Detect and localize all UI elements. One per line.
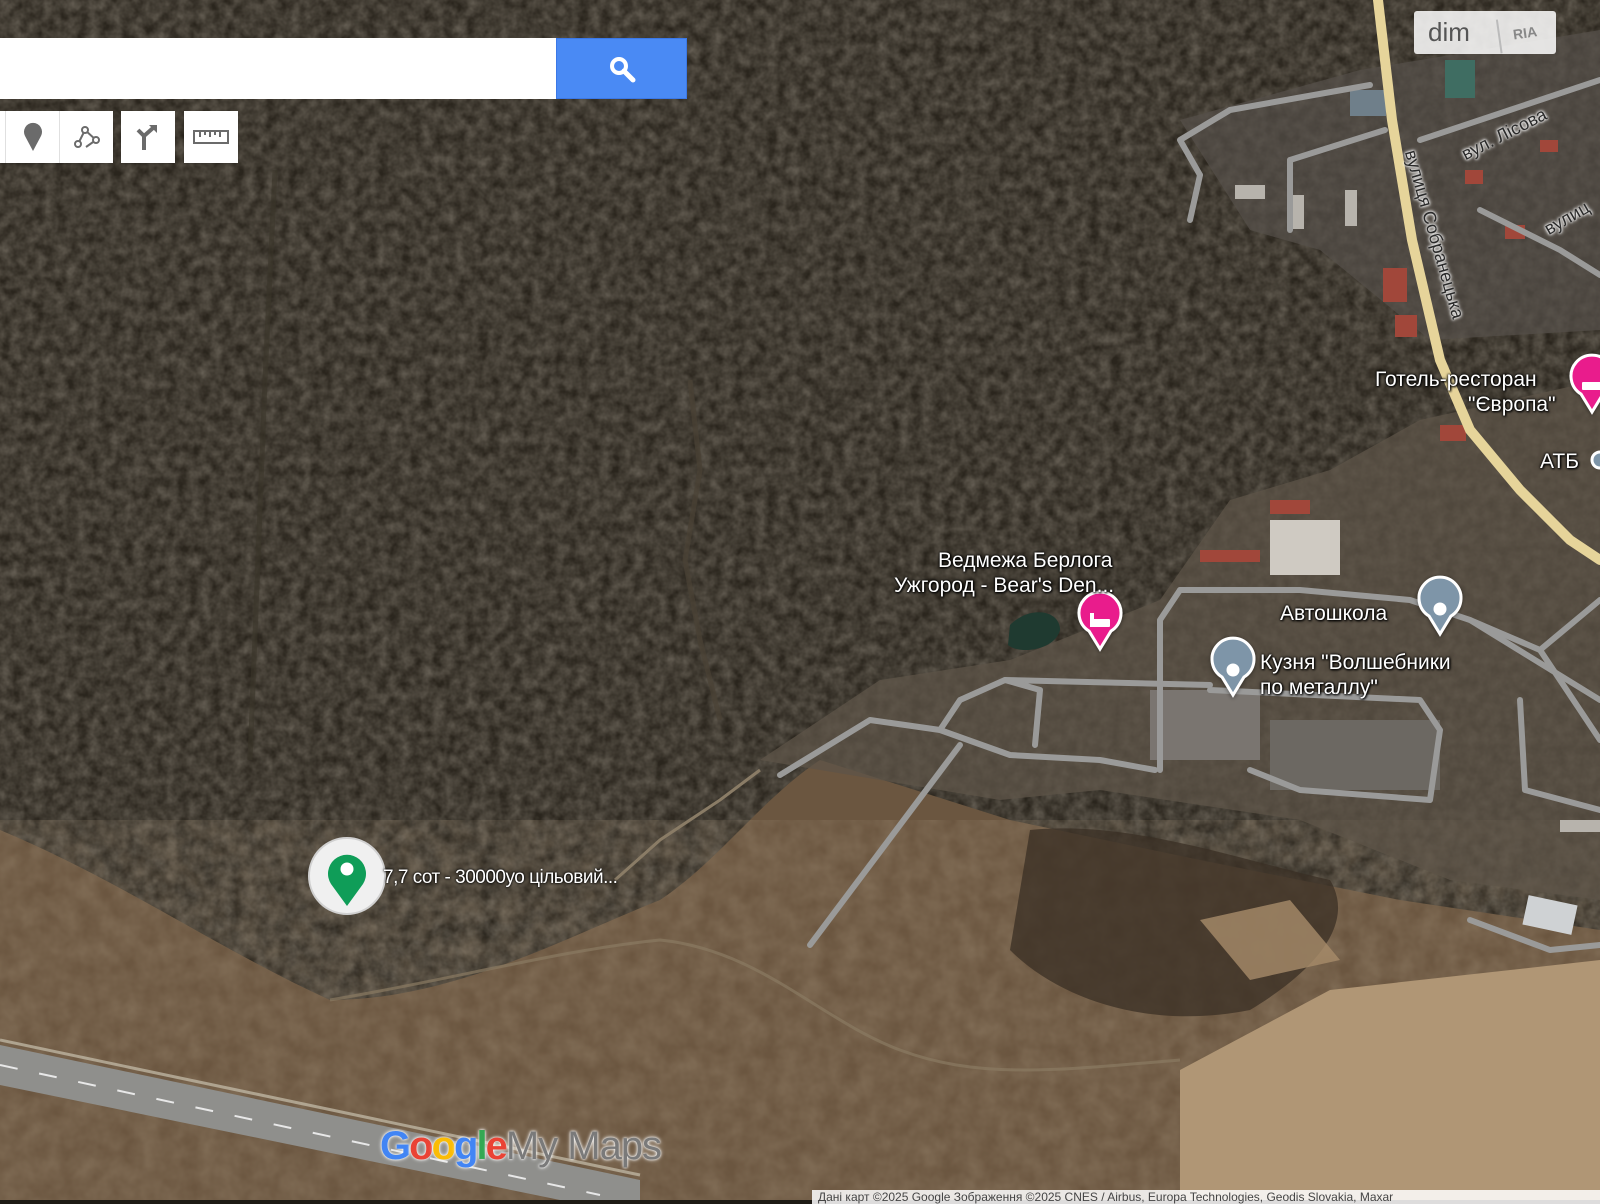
logo-letter: l (476, 1124, 487, 1168)
drawing-toolbar (0, 111, 113, 163)
logo-letter: g (454, 1124, 478, 1168)
search-icon (609, 56, 635, 82)
place-label-bears-den-2[interactable]: Ужгород - Bear's Den... (894, 574, 1114, 598)
directions-icon (136, 125, 157, 150)
search-button[interactable] (556, 38, 687, 99)
draw-line-button[interactable] (59, 111, 113, 163)
industrial-block-2 (1270, 720, 1440, 790)
directions-button[interactable] (121, 111, 175, 163)
marker-icon (23, 122, 42, 151)
add-marker-button[interactable] (5, 111, 59, 163)
ruler-icon (193, 130, 229, 144)
watermark-text: dim (1428, 17, 1470, 47)
place-label-forge-1[interactable]: Кузня "Волшебники (1260, 651, 1451, 675)
user-placemark[interactable] (308, 837, 386, 915)
directions-tool-group (121, 111, 175, 163)
industrial-block (1150, 690, 1260, 760)
logo-mymaps: My Maps (505, 1124, 662, 1168)
map-attribution[interactable]: Дані карт ©2025 Google Зображення ©2025 … (812, 1190, 1600, 1204)
satellite-map[interactable] (0, 0, 1600, 1200)
watermark-logo: RIA (1495, 12, 1553, 53)
logo-letter: e (485, 1124, 508, 1168)
logo-letter: G (380, 1124, 411, 1168)
poi-pin-atb[interactable] (1590, 450, 1600, 470)
place-label-atb[interactable]: АТБ (1540, 450, 1579, 474)
google-my-maps-logo: GoogleMy Maps (380, 1124, 662, 1169)
place-label-hotel-2[interactable]: "Європа" (1468, 393, 1556, 417)
logo-letter: o (409, 1124, 433, 1168)
place-label-forge-2[interactable]: по металлу" (1260, 676, 1378, 700)
measure-distance-button[interactable] (184, 111, 238, 163)
place-label-hotel-1[interactable]: Готель-ресторан (1375, 368, 1537, 392)
parking-lot (1270, 520, 1340, 575)
draw-line-icon (73, 126, 100, 148)
measure-tool-group (184, 111, 238, 163)
search-input[interactable] (0, 38, 556, 99)
place-label-driving-school[interactable]: Автошкола (1280, 602, 1387, 626)
placemark-label[interactable]: 7,7 сот - 30000уо цільовий... (383, 867, 618, 889)
dimria-watermark: dim RIA (1414, 11, 1556, 54)
logo-letter: o (431, 1124, 456, 1168)
place-label-bears-den-1[interactable]: Ведмежа Берлога (938, 549, 1112, 573)
logo-google: Google (380, 1124, 508, 1168)
